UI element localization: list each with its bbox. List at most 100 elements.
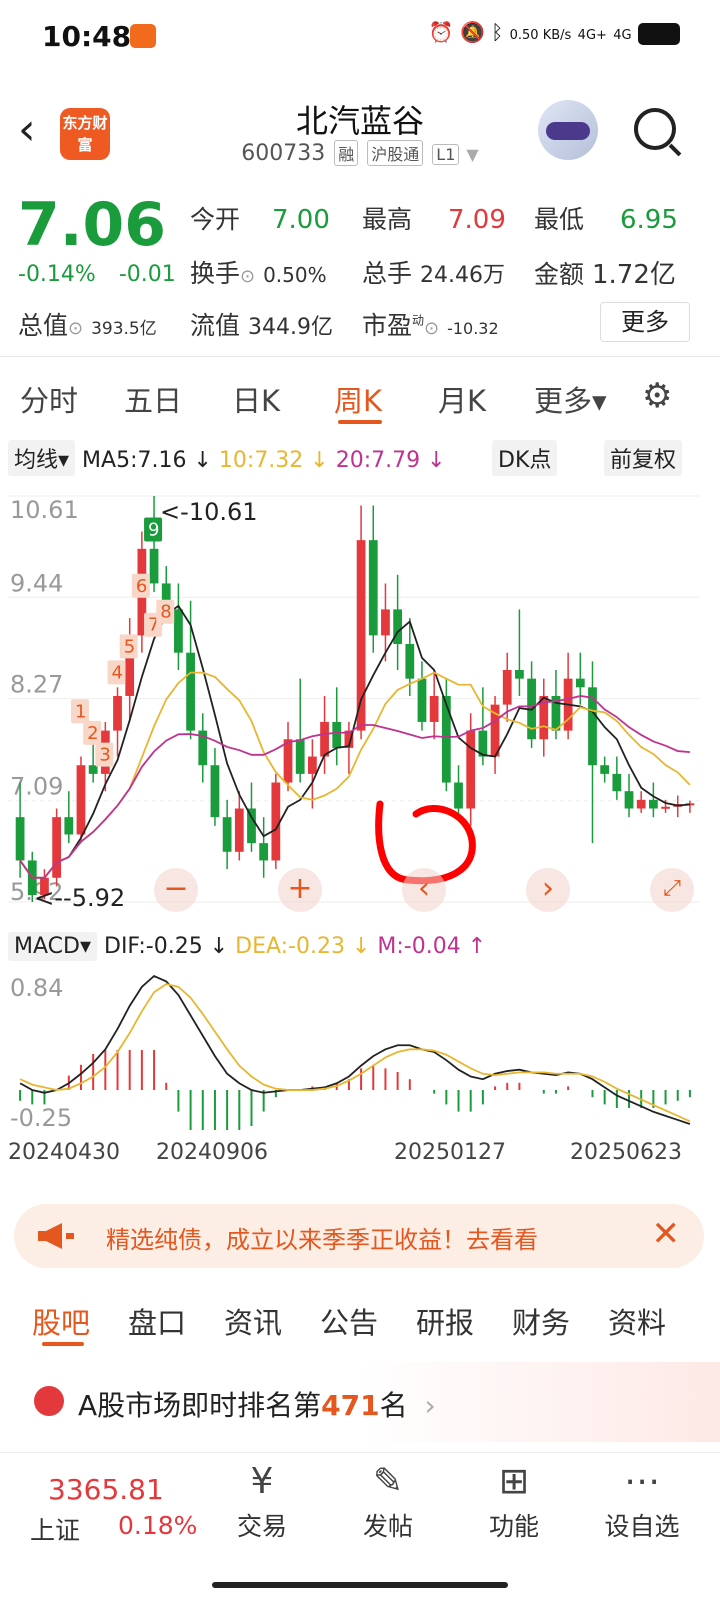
- candle-body: [113, 695, 122, 731]
- divider: [0, 356, 720, 357]
- float-label: 流值: [190, 311, 241, 340]
- info-icon[interactable]: ⊙: [68, 318, 83, 339]
- tab-news[interactable]: 资讯: [224, 1300, 282, 1342]
- open-value: 7.00: [271, 205, 330, 235]
- close-icon[interactable]: ✕: [652, 1214, 681, 1254]
- y-tick-label: 10.61: [10, 496, 79, 524]
- mute-icon: 🔕: [460, 20, 485, 44]
- volume-value: 24.46万: [419, 263, 505, 288]
- y-tick-label: 8.27: [10, 671, 63, 699]
- macd-svg[interactable]: 0.84 -0.25: [8, 966, 700, 1132]
- change-amount: -0.01: [118, 262, 176, 287]
- td-mark: 9: [148, 519, 159, 540]
- tag-level: L1: [432, 144, 460, 165]
- m-value: M:-0.04 ↑: [377, 934, 487, 959]
- tag-margin: 融: [334, 140, 359, 166]
- indicator-selector[interactable]: 均线▾: [8, 440, 76, 476]
- turnover-stat: 换手⊙ 0.50%: [190, 254, 327, 290]
- adjust-button[interactable]: 前复权: [604, 440, 683, 476]
- turnover-value: 0.50%: [263, 263, 327, 287]
- tab-daily-k[interactable]: 日K: [232, 378, 280, 420]
- td-mark: 5: [124, 636, 135, 657]
- price-change: -0.14% -0.01: [18, 262, 192, 287]
- scroll-left-button[interactable]: ‹: [402, 868, 446, 912]
- tab-orderbook[interactable]: 盘口: [128, 1300, 186, 1342]
- tab-finance[interactable]: 财务: [512, 1300, 570, 1342]
- rank-prefix: A股市场即时排名第: [78, 1389, 322, 1422]
- rank-number: 471: [321, 1389, 380, 1422]
- candle-body: [624, 791, 634, 809]
- fullscreen-icon[interactable]: ⤢: [650, 868, 694, 912]
- change-percent: -0.14%: [18, 262, 96, 287]
- tab-announcements[interactable]: 公告: [320, 1300, 378, 1342]
- status-icons: ⏰ 🔕 ᛒ 0.50 KB/s 4G+ 4G: [429, 20, 680, 45]
- edit-icon: ✎: [372, 1461, 404, 1502]
- nav-trade-label: 交易: [236, 1512, 287, 1541]
- app-notification-icon: [130, 24, 156, 48]
- app-logo[interactable]: 东方财富: [60, 108, 110, 160]
- period-tabs: 分时 五日 日K 周K 月K 更多▾ ⚙: [0, 372, 720, 430]
- tab-profile[interactable]: 资料: [608, 1300, 666, 1342]
- candle-body: [600, 765, 610, 774]
- macd-y-top: 0.84: [10, 974, 63, 1002]
- candle-body: [271, 782, 281, 861]
- low-label: 最低: [534, 205, 585, 234]
- index-change[interactable]: 0.18%: [118, 1511, 197, 1540]
- dif-line: [19, 974, 691, 1125]
- candle-body: [612, 773, 622, 792]
- nav-functions[interactable]: ⊞ 功能: [464, 1457, 564, 1543]
- assistant-robot-icon[interactable]: [538, 100, 598, 160]
- zoom-in-button[interactable]: +: [278, 868, 322, 912]
- nav-trade[interactable]: ¥ 交易: [212, 1457, 312, 1543]
- zoom-out-button[interactable]: −: [154, 868, 198, 912]
- tab-monthly-k[interactable]: 月K: [438, 378, 486, 420]
- info-icon[interactable]: ⊙: [424, 318, 439, 339]
- more-dots-icon: ⋯: [624, 1461, 660, 1502]
- tab-weekly-k[interactable]: 周K: [334, 378, 382, 420]
- market-rank-row[interactable]: A股市场即时排名第471名 ›: [0, 1362, 720, 1442]
- macd-legend: MACD▾ DIF:-0.25 ↓ DEA:-0.23 ↓ M:-0.04 ↑: [8, 932, 720, 964]
- tab-five-day[interactable]: 五日: [124, 378, 182, 420]
- nav-post[interactable]: ✎ 发帖: [338, 1457, 438, 1543]
- high-label: 最高: [362, 205, 413, 234]
- y-tick-label: 7.09: [10, 773, 63, 801]
- tab-forum[interactable]: 股吧: [32, 1300, 90, 1342]
- low-stat: 最低 6.95: [534, 200, 678, 236]
- pe-stat: 市盈动⊙ -10.32: [362, 306, 499, 342]
- bluetooth-icon: ᛒ: [491, 20, 504, 44]
- ma10-value: 10:7.32 ↓: [218, 448, 329, 473]
- tab-more[interactable]: 更多▾: [534, 378, 607, 420]
- search-icon[interactable]: [634, 108, 676, 150]
- battery-icon: [638, 22, 680, 45]
- candle-body: [88, 765, 98, 774]
- kline-chart[interactable]: 10.61 9.44 8.27 7.09 5.92 1 2 3 4 5 6 7 8 9 <-10.61 <--…: [8, 478, 700, 922]
- macd-chart[interactable]: 0.84 -0.25: [8, 966, 700, 1132]
- kline-svg[interactable]: 10.619.448.277.095.92123456789<-10.61<--…: [8, 478, 700, 922]
- x-label: 20240906: [156, 1140, 268, 1165]
- index-name[interactable]: 上证: [30, 1511, 80, 1547]
- candle-body: [588, 687, 597, 766]
- macd-selector[interactable]: MACD▾: [8, 932, 97, 961]
- candle-body: [247, 808, 256, 844]
- signal-4g-plus: 4G+: [577, 28, 607, 43]
- pe-label: 市盈: [362, 311, 413, 340]
- promo-banner[interactable]: 精选纯债，成立以来季季正收益！去看看 ✕: [14, 1204, 704, 1268]
- tab-intraday[interactable]: 分时: [20, 378, 78, 420]
- home-indicator: [212, 1582, 508, 1588]
- ma20-value: 20:7.79 ↓: [335, 448, 446, 473]
- candle-body: [64, 817, 74, 835]
- nav-watchlist[interactable]: ⋯ 设自选: [592, 1457, 692, 1543]
- td-mark: 2: [87, 723, 98, 744]
- candle-body: [283, 739, 293, 783]
- more-stats-button[interactable]: 更多: [600, 302, 690, 342]
- dropdown-icon[interactable]: ▼: [466, 145, 478, 164]
- tab-research[interactable]: 研报: [416, 1300, 474, 1342]
- index-value[interactable]: 3365.81: [48, 1473, 164, 1506]
- gear-icon[interactable]: ⚙: [642, 376, 672, 416]
- scroll-right-button[interactable]: ›: [526, 868, 570, 912]
- candle-body: [307, 756, 317, 774]
- info-icon[interactable]: ⊙: [240, 266, 255, 287]
- ma-legend: 均线▾ MA5:7.16 ↓ 10:7.32 ↓ 20:7.79 ↓ DK点 前…: [8, 440, 720, 476]
- back-button[interactable]: ‹: [18, 108, 36, 152]
- dk-point-button[interactable]: DK点: [492, 440, 558, 476]
